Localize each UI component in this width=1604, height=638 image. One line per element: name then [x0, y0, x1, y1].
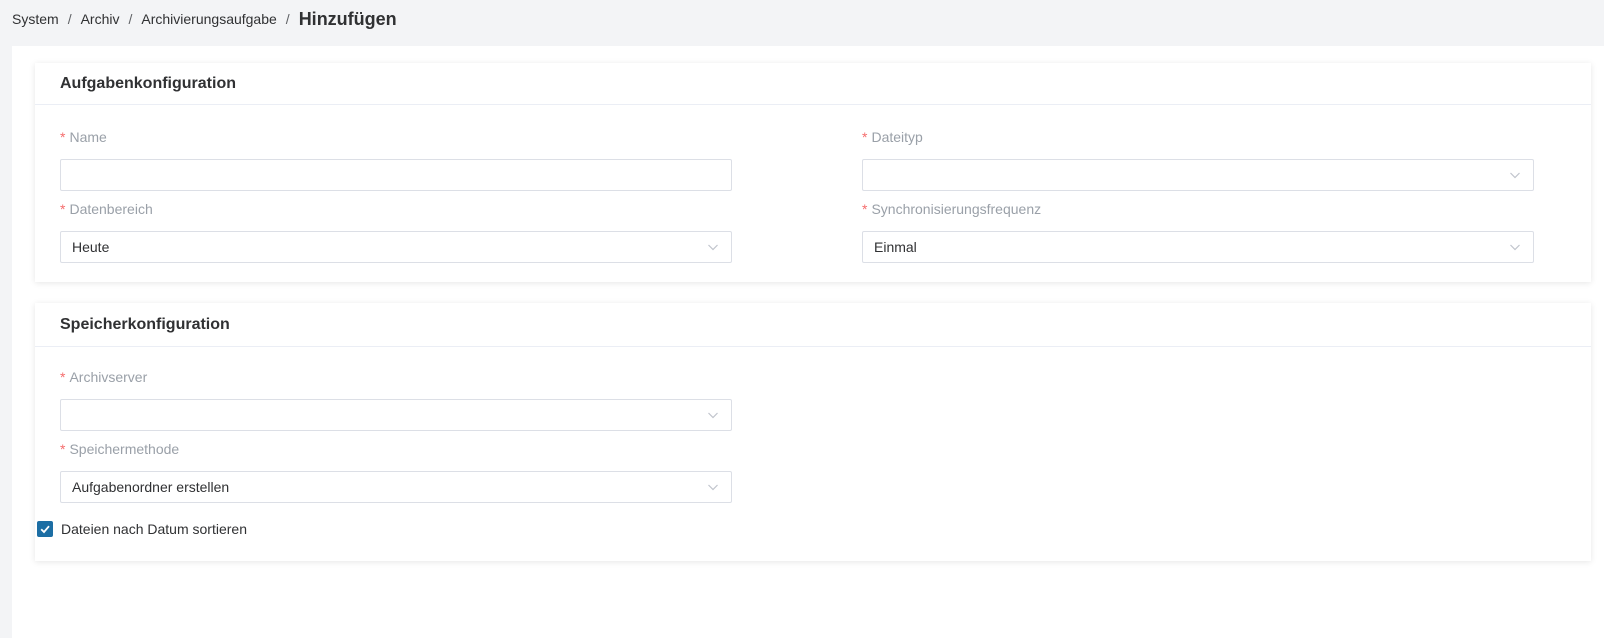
storage-method-field: * Speichermethode Aufgabenordner erstelle…: [60, 439, 732, 503]
name-input-wrapper: [60, 159, 732, 191]
chevron-down-icon: [1509, 241, 1521, 253]
sync-frequency-value: Einmal: [874, 239, 917, 255]
sort-by-date-checkbox[interactable]: [37, 521, 53, 537]
data-range-value: Heute: [72, 239, 110, 255]
main-content: Aufgabenkonfiguration * Name * Dateityp * D…: [12, 46, 1604, 638]
required-mark: *: [60, 441, 66, 457]
breadcrumb-item-archiving-task[interactable]: Archivierungsaufgabe: [141, 11, 276, 27]
sort-by-date-label: Dateien nach Datum sortieren: [61, 521, 247, 537]
name-field: * Name: [60, 127, 732, 191]
chevron-down-icon: [707, 481, 719, 493]
required-mark: *: [60, 129, 66, 145]
storage-config-card: Speicherkonfiguration * Archivserver * Spe…: [35, 303, 1591, 561]
sync-frequency-field: * Synchronisierungsfrequenz Einmal: [862, 199, 1534, 263]
name-label: * Name: [60, 129, 107, 145]
sort-by-date-option[interactable]: Dateien nach Datum sortieren: [37, 521, 247, 537]
storage-config-title: Speicherkonfiguration: [35, 303, 1591, 347]
breadcrumb-separator: /: [67, 11, 72, 27]
breadcrumb-separator: /: [285, 11, 290, 27]
archive-server-label: * Archivserver: [60, 369, 148, 385]
required-mark: *: [862, 201, 868, 217]
archive-server-select[interactable]: [60, 399, 732, 431]
breadcrumb-item-archive[interactable]: Archiv: [81, 11, 120, 27]
chevron-down-icon: [1509, 169, 1521, 181]
check-icon: [40, 525, 50, 534]
sync-frequency-label: * Synchronisierungsfrequenz: [862, 201, 1042, 217]
breadcrumb: System / Archiv / Archivierungsaufgabe /…: [12, 6, 397, 32]
breadcrumb-separator: /: [128, 11, 133, 27]
chevron-down-icon: [707, 409, 719, 421]
required-mark: *: [862, 129, 868, 145]
task-config-title: Aufgabenkonfiguration: [35, 63, 1591, 105]
storage-method-value: Aufgabenordner erstellen: [72, 479, 230, 495]
archive-server-field: * Archivserver: [60, 367, 732, 431]
file-type-field: * Dateityp: [862, 127, 1534, 191]
task-config-card: Aufgabenkonfiguration * Name * Dateityp * D…: [35, 63, 1591, 282]
storage-method-label: * Speichermethode: [60, 441, 180, 457]
data-range-select[interactable]: Heute: [60, 231, 732, 263]
data-range-label: * Datenbereich: [60, 201, 153, 217]
name-input[interactable]: [72, 160, 720, 190]
storage-method-select[interactable]: Aufgabenordner erstellen: [60, 471, 732, 503]
sync-frequency-select[interactable]: Einmal: [862, 231, 1534, 263]
page-title: Hinzufügen: [298, 8, 397, 29]
file-type-label: * Dateityp: [862, 129, 923, 145]
required-mark: *: [60, 201, 66, 217]
chevron-down-icon: [707, 241, 719, 253]
required-mark: *: [60, 369, 66, 385]
data-range-field: * Datenbereich Heute: [60, 199, 732, 263]
breadcrumb-item-system[interactable]: System: [12, 11, 59, 27]
file-type-select[interactable]: [862, 159, 1534, 191]
